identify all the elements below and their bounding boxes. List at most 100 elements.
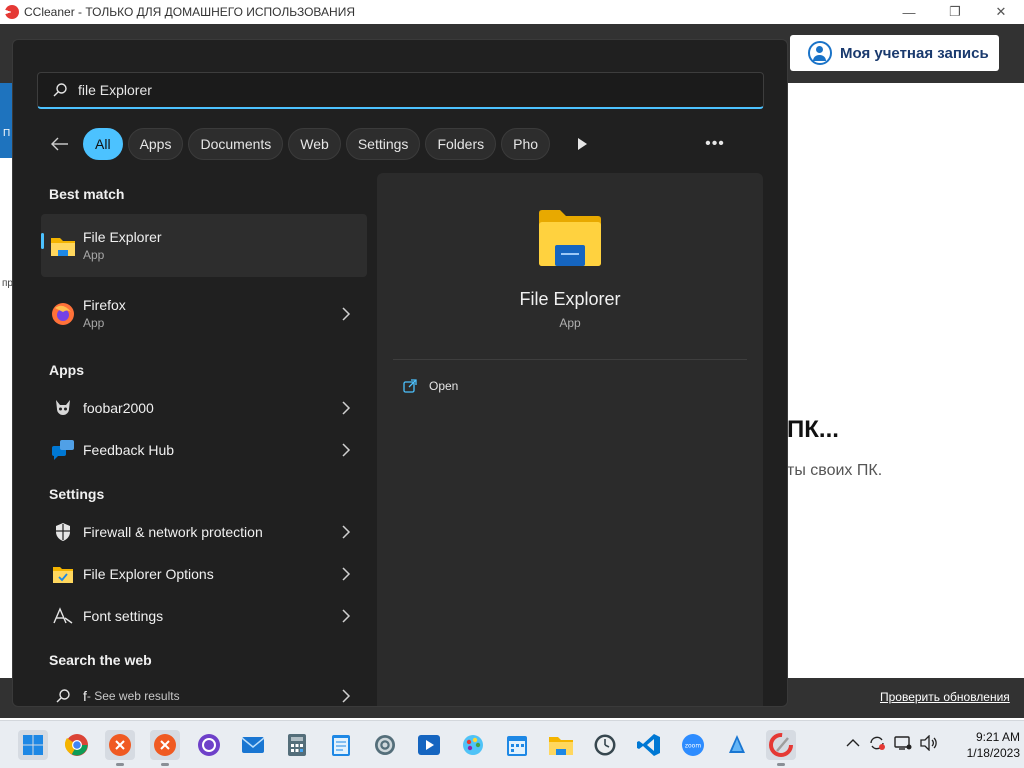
user-icon xyxy=(808,41,832,65)
result-feedback-hub[interactable]: Feedback Hub xyxy=(41,430,367,470)
more-options-button[interactable]: ••• xyxy=(700,128,730,160)
taskbar-media-player[interactable] xyxy=(414,730,444,760)
vlc-icon xyxy=(729,735,745,753)
sync-icon[interactable] xyxy=(868,735,886,751)
filter-settings[interactable]: Settings xyxy=(345,128,421,160)
notepad-icon xyxy=(332,735,350,756)
result-foobar2000[interactable]: foobar2000 xyxy=(41,388,367,428)
windows-icon xyxy=(23,735,43,755)
start-search-panel: file Explorer All Apps Documents Web Set… xyxy=(12,39,788,707)
play-icon xyxy=(578,138,587,150)
folder-icon xyxy=(50,233,76,259)
start-button[interactable] xyxy=(18,730,48,760)
search-icon xyxy=(50,683,76,706)
chevron-right-icon xyxy=(342,525,351,539)
chevron-right-icon xyxy=(342,609,351,623)
chevron-right-icon xyxy=(342,306,351,321)
chevron-right-icon xyxy=(342,443,351,457)
taskbar-app-blue[interactable] xyxy=(722,730,752,760)
filter-photos[interactable]: Pho xyxy=(501,128,551,160)
result-file-explorer[interactable]: File Explorer App xyxy=(41,214,367,277)
result-file-explorer-options[interactable]: File Explorer Options xyxy=(41,554,367,594)
vscode-icon xyxy=(637,734,660,756)
taskbar-app-orange[interactable] xyxy=(105,730,135,766)
filter-folders[interactable]: Folders xyxy=(425,128,497,160)
running-indicator xyxy=(161,763,169,766)
detail-app-type: App xyxy=(559,316,581,330)
settings-header: Settings xyxy=(49,486,105,502)
result-name: Feedback Hub xyxy=(83,442,175,458)
search-query: file Explorer xyxy=(78,82,152,98)
result-font-settings[interactable]: Font settings xyxy=(41,596,367,636)
chrome-icon xyxy=(65,734,88,756)
taskbar-clock[interactable] xyxy=(590,730,620,760)
open-button[interactable]: Open xyxy=(403,379,458,393)
filter-apps[interactable]: Apps xyxy=(127,128,184,160)
result-web-search[interactable]: f - See web results xyxy=(41,680,367,706)
result-name: foobar2000 xyxy=(83,400,154,416)
best-match-header: Best match xyxy=(49,186,125,202)
open-external-icon xyxy=(403,379,417,393)
ccleaner-icon xyxy=(769,733,793,757)
side-fragment: П xyxy=(3,128,11,139)
page-subheading: ты своих ПК. xyxy=(787,462,883,479)
calendar-icon xyxy=(507,736,527,756)
maximize-button[interactable]: ❐ xyxy=(932,0,978,24)
apps-header: Apps xyxy=(49,362,84,378)
running-indicator xyxy=(777,763,785,766)
media-player-icon xyxy=(418,735,440,755)
minimize-button[interactable]: — xyxy=(886,0,932,24)
open-label: Open xyxy=(429,379,459,393)
account-label: Моя учетная запись xyxy=(840,44,989,62)
taskbar: zoom 9:21 AM 1/18/2023 xyxy=(0,720,1024,768)
result-firefox[interactable]: Firefox App xyxy=(41,282,367,345)
filter-web[interactable]: Web xyxy=(288,128,341,160)
filter-bar: All Apps Documents Web Settings Folders … xyxy=(45,128,765,160)
chevron-right-icon xyxy=(342,689,351,703)
network-icon[interactable] xyxy=(894,735,912,751)
taskbar-clock-display[interactable]: 9:21 AM 1/18/2023 xyxy=(950,729,1020,761)
calculator-icon xyxy=(288,734,306,756)
taskbar-calculator[interactable] xyxy=(282,730,312,760)
taskbar-vscode[interactable] xyxy=(634,730,664,760)
feedback-hub-icon xyxy=(50,437,76,463)
zoom-icon: zoom xyxy=(682,734,704,756)
folder-options-icon xyxy=(50,561,76,587)
check-updates-link[interactable]: Проверить обновления xyxy=(880,690,1010,704)
search-input[interactable]: file Explorer xyxy=(37,72,764,109)
window-title: CCleaner - ТОЛЬКО ДЛЯ ДОМАШНЕГО ИСПОЛЬЗО… xyxy=(24,5,355,19)
taskbar-paint[interactable] xyxy=(458,730,488,760)
taskbar-file-explorer[interactable] xyxy=(546,730,576,760)
back-button[interactable] xyxy=(45,129,75,159)
volume-icon[interactable] xyxy=(920,735,938,751)
taskbar-calendar[interactable] xyxy=(502,730,532,760)
taskbar-mail[interactable] xyxy=(238,730,268,760)
clock-icon xyxy=(594,734,616,756)
folder-icon xyxy=(549,737,573,755)
paint-icon xyxy=(463,735,483,755)
file-explorer-icon xyxy=(539,210,601,266)
taskbar-zoom[interactable]: zoom xyxy=(678,730,708,760)
search-web-header: Search the web xyxy=(49,652,152,668)
arrow-left-icon xyxy=(51,137,68,151)
mail-icon xyxy=(241,737,265,753)
running-indicator xyxy=(116,763,124,766)
close-circle-icon xyxy=(154,734,176,756)
taskbar-settings[interactable] xyxy=(370,730,400,760)
divider xyxy=(393,359,747,360)
taskbar-github[interactable] xyxy=(194,730,224,760)
result-type: App xyxy=(83,316,105,330)
taskbar-chrome[interactable] xyxy=(62,730,92,760)
chevron-up-icon[interactable] xyxy=(846,738,860,748)
system-tray xyxy=(846,735,938,751)
taskbar-app-orange-2[interactable] xyxy=(150,730,180,766)
taskbar-notepad[interactable] xyxy=(326,730,356,760)
account-button[interactable]: Моя учетная запись xyxy=(790,35,999,71)
scroll-filters-button[interactable] xyxy=(573,129,591,159)
filter-all[interactable]: All xyxy=(83,128,123,160)
detail-app-name: File Explorer xyxy=(519,289,621,309)
taskbar-ccleaner[interactable] xyxy=(766,730,796,766)
close-button[interactable]: ✕ xyxy=(978,0,1024,24)
filter-documents[interactable]: Documents xyxy=(188,128,284,160)
result-firewall[interactable]: Firewall & network protection xyxy=(41,512,367,552)
